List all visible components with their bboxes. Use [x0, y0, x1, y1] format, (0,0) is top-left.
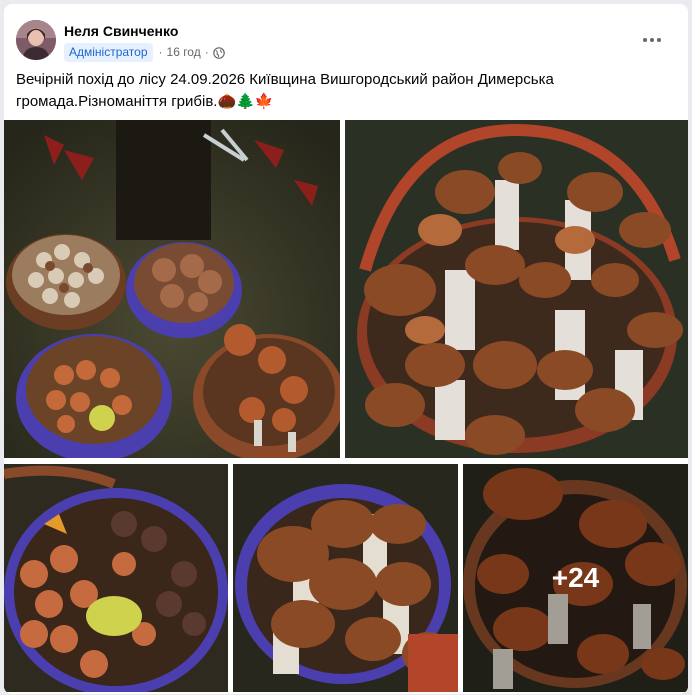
meta-separator: · [158, 45, 163, 59]
photo-porcini-basket[interactable] [345, 120, 688, 458]
photo-baskets-overview[interactable] [4, 120, 340, 458]
author-name[interactable]: Неля Свинченко [64, 23, 178, 39]
photo-porcini-blue-basket[interactable] [233, 464, 458, 692]
meta-separator-2: · [204, 45, 209, 59]
post-meta: Адміністратор · 16 год · [64, 42, 225, 62]
more-photos-overlay[interactable]: +24 [463, 464, 688, 692]
more-options-icon[interactable] [634, 26, 670, 54]
post-time[interactable]: 16 год [167, 45, 201, 59]
post-text: Вечірній похід до лісу 24.09.2026 Київщи… [16, 71, 554, 110]
post-card: Неля Свинченко Адміністратор · 16 год · … [4, 4, 688, 694]
admin-badge[interactable]: Адміністратор [64, 42, 153, 62]
photo-mixed-mushrooms-blue-basket[interactable] [4, 464, 228, 692]
photo-more-mushrooms[interactable]: +24 [463, 464, 688, 692]
author-avatar[interactable] [16, 20, 56, 60]
globe-icon[interactable] [212, 46, 225, 59]
post-header: Неля Свинченко Адміністратор · 16 год · [4, 4, 688, 70]
more-photos-count: +24 [551, 562, 600, 593]
